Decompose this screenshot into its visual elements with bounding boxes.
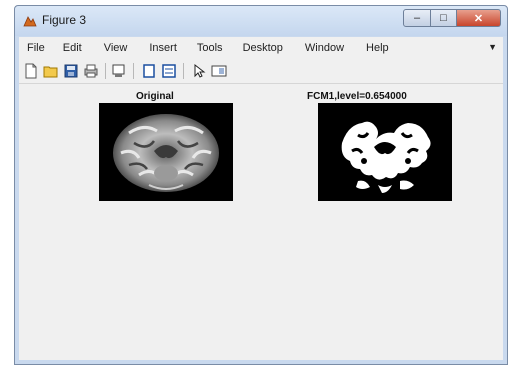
- toolbar-separator: [133, 63, 134, 79]
- title-bar[interactable]: Figure 3 – □ ✕: [15, 6, 507, 36]
- menu-window[interactable]: Window: [305, 42, 344, 54]
- toolbar-separator: [183, 63, 184, 79]
- maximize-icon: □: [440, 12, 447, 24]
- figure-canvas[interactable]: Original FCM1,level=0.654000: [19, 84, 503, 360]
- pointer-icon[interactable]: [191, 63, 207, 79]
- legend-icon[interactable]: [161, 63, 177, 79]
- toolbar-separator: [105, 63, 106, 79]
- print-icon[interactable]: [83, 63, 99, 79]
- toolbar: [19, 59, 503, 84]
- menu-overflow-icon[interactable]: ▼: [488, 42, 497, 52]
- window-title: Figure 3: [42, 13, 87, 27]
- segmentation-mask-image: [341, 121, 431, 193]
- menu-desktop[interactable]: Desktop: [243, 42, 283, 54]
- save-icon[interactable]: [63, 63, 79, 79]
- open-file-icon[interactable]: [43, 63, 59, 79]
- minimize-button[interactable]: –: [403, 9, 431, 27]
- new-figure-icon[interactable]: [23, 63, 39, 79]
- menu-bar: File Edit View Insert Tools Desktop Wind…: [19, 37, 503, 59]
- maximize-button[interactable]: □: [431, 9, 457, 27]
- menu-view[interactable]: View: [104, 42, 128, 54]
- axes-title-original: Original: [136, 91, 174, 102]
- axes-title-fcm: FCM1,level=0.654000: [307, 91, 407, 102]
- menu-file[interactable]: File: [27, 42, 45, 54]
- matlab-figure-icon: [23, 16, 37, 27]
- property-editor-icon[interactable]: [211, 63, 227, 79]
- minimize-icon: –: [413, 12, 421, 24]
- zoom-icon[interactable]: [111, 63, 127, 79]
- colorbar-icon[interactable]: [141, 63, 157, 79]
- close-icon: ✕: [473, 12, 484, 25]
- menu-help[interactable]: Help: [366, 42, 389, 54]
- figure-window: Figure 3 – □ ✕ File Edit View Insert Too…: [14, 5, 508, 365]
- segmented-image[interactable]: [318, 103, 452, 201]
- menu-insert[interactable]: Insert: [149, 42, 177, 54]
- close-button[interactable]: ✕: [457, 9, 501, 27]
- menu-tools[interactable]: Tools: [197, 42, 223, 54]
- mri-brain-image: [113, 114, 219, 192]
- original-image[interactable]: [99, 103, 233, 201]
- menu-edit[interactable]: Edit: [63, 42, 82, 54]
